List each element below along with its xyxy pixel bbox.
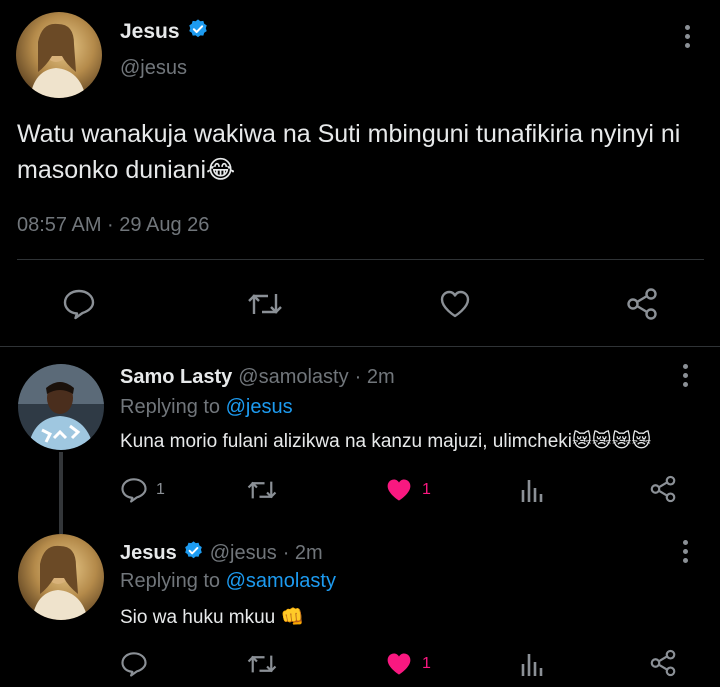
retweet-button[interactable] (246, 476, 278, 504)
liked-heart-icon (387, 479, 411, 501)
reply-icon (63, 289, 95, 320)
more-options-icon[interactable] (683, 364, 689, 391)
reply-author-name: Samo Lasty (120, 366, 233, 388)
author-handle[interactable]: @jesus (120, 57, 187, 80)
reply-age: · 2m (354, 366, 395, 388)
tweet-timestamp[interactable]: 08:57 AM · 29 Aug 26 (17, 214, 209, 237)
reply-count: 1 (156, 481, 165, 498)
share-icon (650, 475, 676, 503)
reply-icon (121, 478, 147, 503)
verified-badge-icon (187, 18, 209, 46)
share-icon (627, 288, 657, 320)
replying-to: Replying to @samolasty (120, 570, 336, 593)
share-button[interactable] (648, 474, 678, 504)
author-avatar[interactable] (16, 12, 102, 98)
analytics-button[interactable] (520, 476, 544, 504)
analytics-button[interactable] (520, 650, 544, 678)
retweet-button[interactable] (246, 288, 284, 320)
share-button[interactable] (648, 648, 678, 678)
more-options-icon[interactable] (685, 25, 691, 52)
retweet-icon (248, 294, 282, 314)
tweet-text: Watu wanakuja wakiwa na Suti mbinguni tu… (17, 120, 681, 184)
more-options-icon[interactable] (683, 540, 689, 567)
analytics-icon (521, 654, 543, 676)
analytics-icon (521, 480, 543, 502)
reply-author-header[interactable]: Samo Lasty @samolasty · 2m (120, 366, 395, 389)
reply-text: Kuna morio fulani alizikwa na kanzu maju… (120, 431, 652, 452)
reply-author-header[interactable]: Jesus @jesus · 2m (120, 540, 323, 567)
reply-age: · 2m (282, 542, 323, 564)
reply-author-handle: @jesus (209, 542, 277, 564)
retweet-icon (247, 655, 277, 673)
like-icon (440, 290, 470, 318)
reply-icon (121, 652, 147, 677)
like-button[interactable]: 1 (384, 476, 431, 504)
thread-connector-line (59, 452, 63, 534)
reply-author-name: Jesus (120, 542, 177, 564)
reply-button[interactable] (120, 650, 156, 678)
reply-author-handle: @samolasty (238, 366, 349, 388)
author-name-text: Jesus (120, 20, 180, 43)
like-count: 1 (422, 481, 431, 498)
divider (17, 259, 704, 260)
like-button[interactable] (438, 288, 472, 320)
verified-badge-icon (183, 540, 204, 567)
replying-to-label: Replying to (120, 396, 221, 418)
like-count: 1 (422, 655, 431, 672)
reply-text: Sio wa huku mkuu 👊 (120, 607, 305, 628)
replying-to: Replying to @jesus (120, 396, 293, 419)
replying-to-label: Replying to (120, 570, 221, 592)
liked-heart-icon (387, 653, 411, 675)
reply-author-avatar[interactable] (18, 364, 104, 450)
share-button[interactable] (624, 286, 660, 322)
replying-to-mention[interactable]: @jesus (226, 396, 293, 418)
replying-to-mention[interactable]: @samolasty (226, 570, 336, 592)
share-icon (650, 649, 676, 677)
like-button[interactable]: 1 (384, 650, 431, 678)
retweet-button[interactable] (246, 650, 278, 678)
reply-button[interactable]: 1 (120, 476, 165, 504)
reply-author-avatar[interactable] (18, 534, 104, 620)
reply-button[interactable] (62, 288, 96, 320)
author-name[interactable]: Jesus (120, 18, 209, 46)
divider (0, 346, 720, 347)
retweet-icon (247, 481, 277, 499)
